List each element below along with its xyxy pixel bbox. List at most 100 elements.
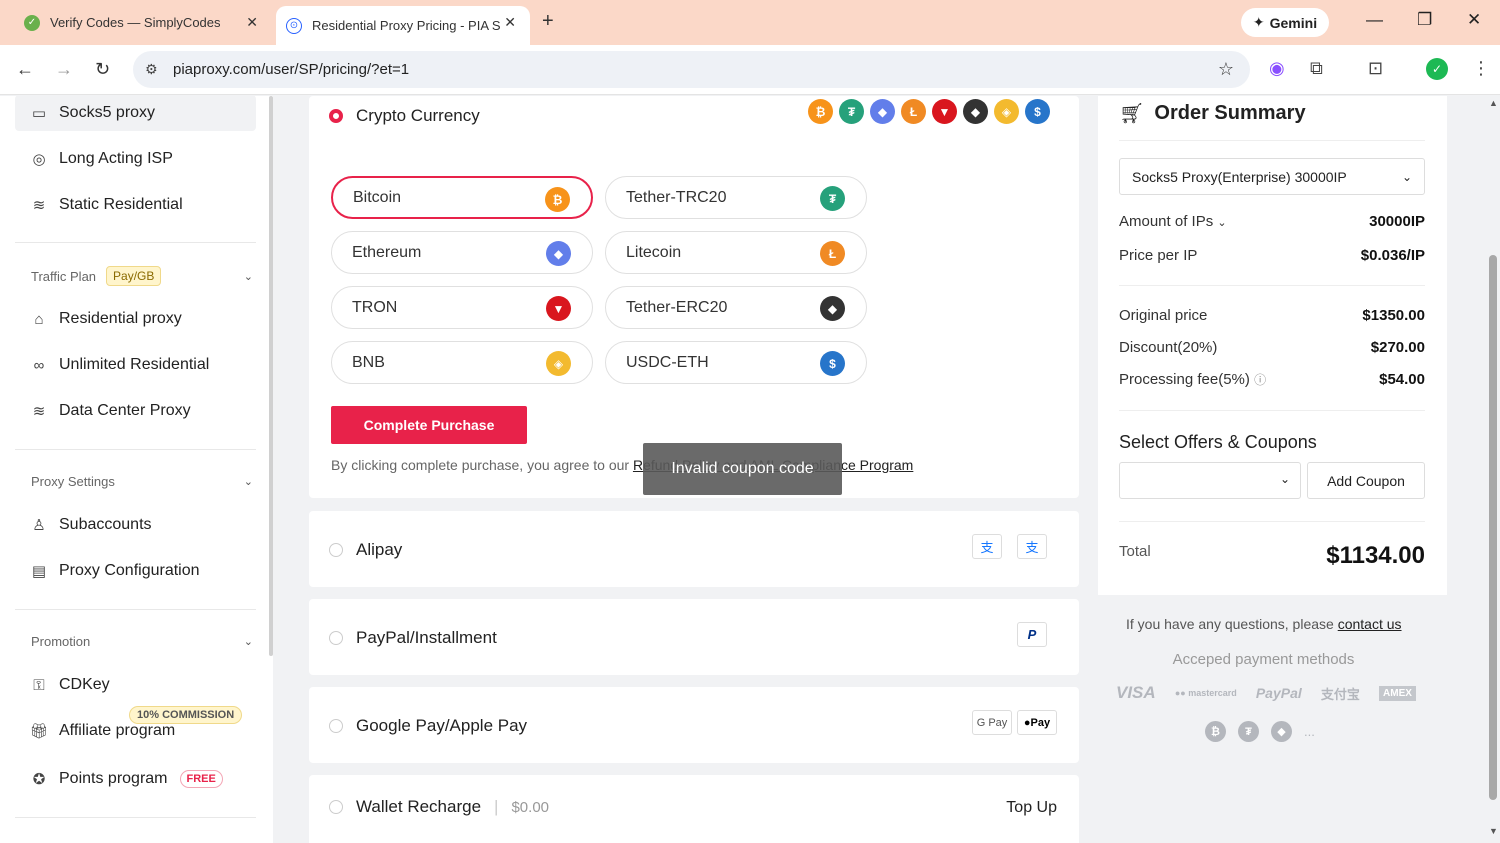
- google-pay-icon: G Pay: [972, 710, 1012, 735]
- address-bar[interactable]: ⚙ piaproxy.com/user/SP/pricing/?et=1 ☆: [133, 51, 1250, 88]
- tab-search-icon[interactable]: ⊡: [1368, 58, 1383, 79]
- sidebar-item-points-program[interactable]: ✪ Points program FREE: [15, 761, 256, 797]
- radio-unselected[interactable]: [329, 719, 343, 733]
- sidebar-item-unlimited-residential[interactable]: ∞ Unlimited Residential: [15, 347, 256, 383]
- sidebar-item-long-acting-isp[interactable]: ◎ Long Acting ISP: [15, 141, 256, 177]
- traffic-plan-header[interactable]: Traffic Plan Pay/GB ⌄: [31, 266, 253, 286]
- forward-icon[interactable]: →: [55, 59, 73, 80]
- radio-unselected[interactable]: [329, 543, 343, 557]
- menu-kebab-icon[interactable]: ⋮: [1472, 58, 1490, 79]
- option-tether-trc20[interactable]: Tether-TRC20 ₮: [605, 176, 867, 219]
- close-tab-icon[interactable]: ✕: [246, 14, 258, 31]
- radio-unselected[interactable]: [329, 631, 343, 645]
- chevron-down-icon[interactable]: ⌄: [1402, 170, 1412, 184]
- complete-purchase-button[interactable]: Complete Purchase: [331, 406, 527, 444]
- contact-us-link[interactable]: contact us: [1338, 616, 1402, 632]
- alipay-radio-row[interactable]: Alipay: [329, 540, 402, 560]
- option-bitcoin[interactable]: Bitcoin ₿: [331, 176, 593, 219]
- agree-text: By clicking complete purchase, you agree…: [331, 457, 630, 473]
- radio-selected[interactable]: [329, 109, 343, 123]
- close-tab-icon[interactable]: ✕: [504, 14, 516, 31]
- option-label: Bitcoin: [353, 188, 402, 206]
- gemini-button[interactable]: ✦ Gemini: [1241, 8, 1329, 37]
- gemini-label: Gemini: [1269, 14, 1318, 31]
- sidebar-item-label: Long Acting ISP: [59, 150, 173, 167]
- google-apple-radio-row[interactable]: Google Pay/Apple Pay: [329, 716, 527, 736]
- close-window-icon[interactable]: ✕: [1467, 10, 1481, 30]
- fee-label-text: Processing fee(5%): [1119, 371, 1250, 388]
- back-icon[interactable]: ←: [16, 59, 34, 80]
- coupon-select[interactable]: ⌄: [1119, 462, 1301, 499]
- reload-icon[interactable]: ↻: [95, 59, 110, 80]
- sidebar-item-static-residential[interactable]: ≋ Static Residential: [15, 187, 256, 223]
- sidebar-item-data-center-proxy[interactable]: ≋ Data Center Proxy: [15, 393, 256, 429]
- chevron-down-icon[interactable]: ⌄: [1280, 472, 1290, 486]
- scroll-up-icon[interactable]: ▲: [1489, 98, 1498, 108]
- proxy-settings-header[interactable]: Proxy Settings ⌄: [31, 474, 253, 489]
- sidebar-item-affiliate-program[interactable]: 🎁︎ Affiliate program: [15, 713, 256, 749]
- option-litecoin[interactable]: Litecoin Ł: [605, 231, 867, 274]
- bookmark-star-icon[interactable]: ☆: [1218, 59, 1234, 80]
- divider: [1119, 521, 1425, 522]
- chevron-down-icon[interactable]: ⌄: [1217, 217, 1226, 229]
- chevron-down-icon[interactable]: ⌄: [244, 270, 253, 283]
- price-value: $0.036/IP: [1360, 247, 1425, 264]
- chevron-down-icon[interactable]: ⌄: [244, 635, 253, 648]
- sidebar-item-residential-proxy[interactable]: ⌂ Residential proxy: [15, 301, 256, 337]
- browser-tabbar: ✓ Verify Codes — SimplyCodes ✕ ⊙ Residen…: [0, 0, 1500, 45]
- restore-icon[interactable]: ❐: [1417, 10, 1432, 30]
- site-info-icon[interactable]: ⚙: [145, 61, 158, 78]
- divider: [15, 242, 256, 243]
- option-ethereum[interactable]: Ethereum ◆: [331, 231, 593, 274]
- extensions-puzzle-icon[interactable]: ⧉: [1310, 58, 1323, 79]
- paypal-card[interactable]: PayPal/Installment P: [309, 599, 1079, 675]
- sidebar-item-proxy-configuration[interactable]: ▤ Proxy Configuration: [15, 553, 256, 589]
- sidebar-item-socks5[interactable]: ▭ Socks5 proxy: [15, 95, 256, 131]
- option-tether-erc20[interactable]: Tether-ERC20 ◆: [605, 286, 867, 329]
- new-tab-icon[interactable]: +: [542, 10, 554, 33]
- tab-residential-proxy[interactable]: ⊙ Residential Proxy Pricing - PIA S ✕: [276, 6, 530, 45]
- google-apple-label: Google Pay/Apple Pay: [356, 716, 528, 735]
- wallet-radio-row[interactable]: Wallet Recharge | $0.00: [329, 797, 549, 817]
- google-apple-pay-card[interactable]: Google Pay/Apple Pay G Pay ● Pay: [309, 687, 1079, 763]
- alipay-logo-icon: 支付宝: [1320, 686, 1360, 702]
- scrollbar-thumb[interactable]: [1489, 255, 1497, 800]
- offers-title: Select Offers & Coupons: [1119, 432, 1317, 452]
- product-select[interactable]: Socks5 Proxy(Enterprise) 30000IP ⌄: [1119, 158, 1425, 195]
- monitor-icon: ▭: [31, 105, 47, 122]
- help-icon[interactable]: ⓘ: [1254, 373, 1266, 387]
- scroll-down-icon[interactable]: ▼: [1489, 826, 1498, 836]
- promotion-header[interactable]: Promotion ⌄: [31, 634, 253, 649]
- pay-gb-badge: Pay/GB: [106, 266, 162, 286]
- sidebar-item-label: Static Residential: [59, 196, 183, 213]
- questions-label: If you have any questions, please: [1126, 616, 1334, 632]
- wallet-card[interactable]: Wallet Recharge | $0.00 Top Up: [309, 775, 1079, 843]
- wallet-label: Wallet Recharge: [356, 797, 482, 816]
- top-up-link[interactable]: Top Up: [1006, 799, 1057, 817]
- tab-verify-codes[interactable]: ✓ Verify Codes — SimplyCodes ✕: [10, 0, 272, 45]
- crypto-radio-row[interactable]: Crypto Currency: [329, 106, 480, 126]
- extension-icon[interactable]: ◉: [1269, 58, 1285, 79]
- option-tron[interactable]: TRON ▼: [331, 286, 593, 329]
- sidebar-item-subaccounts[interactable]: ♙ Subaccounts: [15, 507, 256, 543]
- chevron-down-icon[interactable]: ⌄: [244, 475, 253, 488]
- sidebar-item-cdkey[interactable]: ⚿ CDKey: [15, 667, 256, 703]
- section-title: Traffic Plan: [31, 268, 97, 284]
- amount-label[interactable]: Amount of IPs ⌄: [1119, 213, 1227, 230]
- apple-pay-label: Pay: [1030, 716, 1051, 729]
- divider: [15, 449, 256, 450]
- alipay-icon: 支: [972, 534, 1002, 559]
- profile-avatar[interactable]: ✓: [1426, 58, 1448, 80]
- minimize-icon[interactable]: —: [1366, 10, 1383, 30]
- alipay-card[interactable]: Alipay 支 支: [309, 511, 1079, 587]
- fee-value: $54.00: [1379, 371, 1425, 388]
- add-coupon-button[interactable]: Add Coupon: [1307, 462, 1425, 499]
- option-usdc-eth[interactable]: USDC-ETH $: [605, 341, 867, 384]
- database-icon: ≋: [32, 197, 46, 214]
- paypal-radio-row[interactable]: PayPal/Installment: [329, 628, 497, 648]
- key-icon: ⚿: [33, 676, 45, 694]
- sidebar-scrollbar[interactable]: [269, 96, 273, 656]
- option-label: Tether-TRC20: [626, 188, 727, 206]
- radio-unselected[interactable]: [329, 800, 343, 814]
- option-bnb[interactable]: BNB ◈: [331, 341, 593, 384]
